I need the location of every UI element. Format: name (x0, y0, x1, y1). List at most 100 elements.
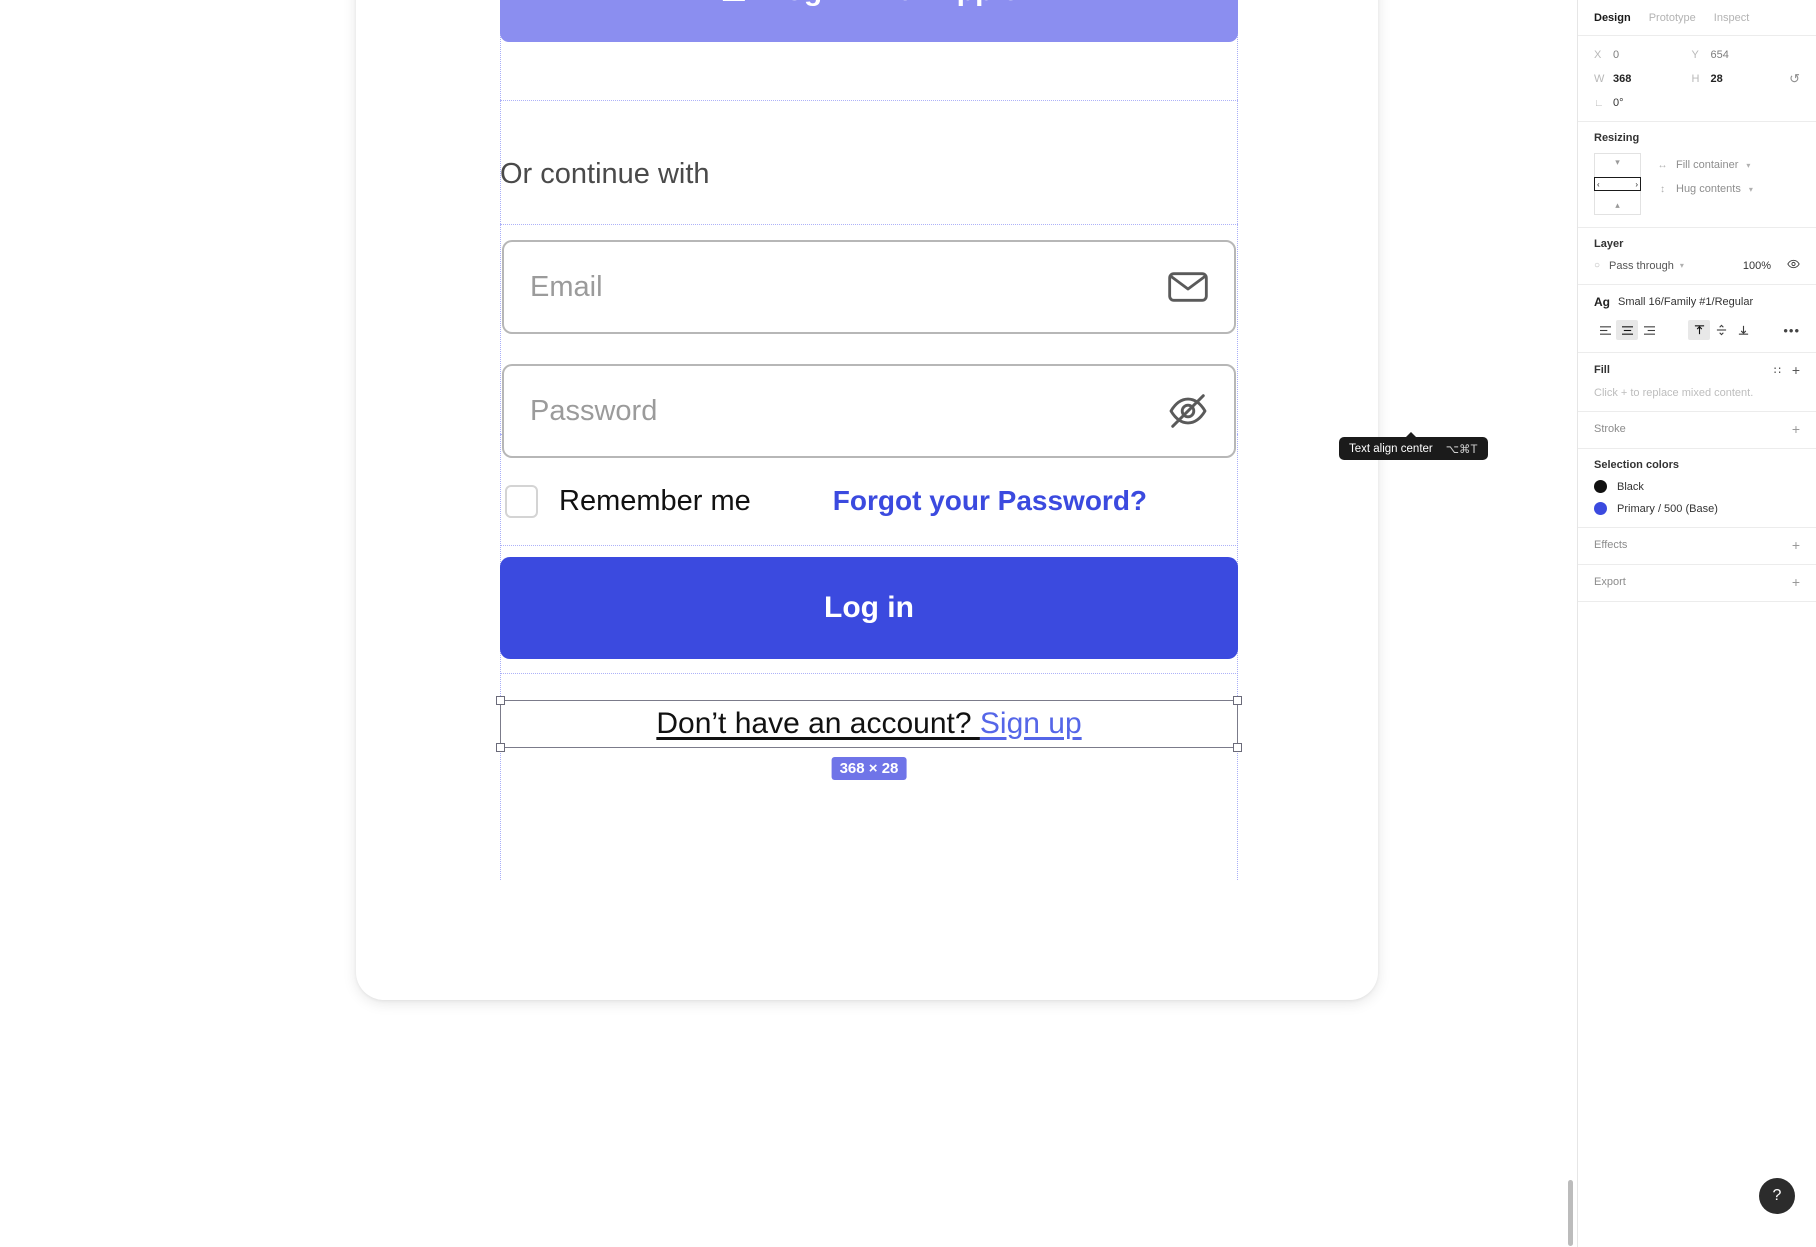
height-property[interactable]: H 28 (1692, 73, 1790, 85)
x-label: X (1594, 49, 1602, 61)
question-mark-icon: ? (1772, 1187, 1782, 1204)
canvas-vertical-scrollbar[interactable] (1568, 1180, 1573, 1246)
chevron-down-icon[interactable]: ▾ (1680, 261, 1684, 270)
color-swatch-primary[interactable] (1594, 502, 1607, 515)
text-style-name[interactable]: Small 16/Family #1/Regular (1618, 296, 1753, 308)
design-canvas[interactable]:  Log in with Apple Or continue with Ema… (0, 0, 1577, 1247)
tooltip-shortcut: ⌥⌘T (1445, 443, 1478, 456)
rotation-property[interactable]: ∟ 0° (1594, 97, 1692, 109)
help-button[interactable]: ? (1759, 1178, 1795, 1214)
vertical-resizing-dropdown[interactable]: ↕ Hug contents ▾ (1657, 183, 1753, 195)
x-value: 0 (1613, 49, 1620, 61)
effects-section: Effects + (1578, 528, 1816, 565)
text-valign-middle-icon[interactable] (1710, 320, 1732, 340)
text-valign-top-icon[interactable] (1688, 320, 1710, 340)
color-swatch-black[interactable] (1594, 480, 1607, 493)
constraint-right-arrow-icon: › (1635, 179, 1638, 189)
login-with-apple-label: Log in with Apple (767, 0, 1019, 8)
tab-inspect[interactable]: Inspect (1714, 12, 1749, 24)
constraint-left-arrow-icon: ‹ (1597, 179, 1600, 189)
layer-section: Layer ○ Pass through ▾ 100% (1578, 228, 1816, 285)
frame-guide-h5 (500, 673, 1238, 674)
add-effect-button[interactable]: + (1792, 538, 1800, 552)
y-value: 654 (1710, 49, 1729, 61)
w-label: W (1594, 73, 1605, 85)
selection-size-badge: 368 × 28 (831, 757, 907, 780)
selection-colors-title: Selection colors (1594, 459, 1679, 471)
frame-guide-h4 (500, 545, 1238, 546)
y-label: Y (1691, 49, 1699, 61)
eye-icon[interactable] (1787, 259, 1800, 272)
fill-title: Fill (1594, 364, 1610, 376)
resizing-title: Resizing (1594, 132, 1640, 144)
selection-color-name: Black (1617, 480, 1644, 493)
add-export-button[interactable]: + (1792, 575, 1800, 589)
signup-text[interactable]: Don’t have an account? Sign up (656, 707, 1081, 741)
forgot-password-link[interactable]: Forgot your Password? (833, 485, 1147, 517)
stroke-section: Stroke + (1578, 412, 1816, 449)
y-property[interactable]: Y 654 (1692, 49, 1790, 61)
constraint-top-chevron-icon[interactable]: ▾ (1615, 158, 1620, 167)
fill-hint: Click + to replace mixed content. (1594, 387, 1754, 399)
horizontal-resizing-dropdown[interactable]: ↔ Fill container ▾ (1657, 159, 1753, 171)
horizontal-resizing-value: Fill container (1676, 159, 1739, 171)
tooltip-text: Text align center (1349, 442, 1433, 455)
geometry-section: X 0 Y 654 W 368 H 28 ↺ ∟ 0° (1578, 36, 1816, 122)
vertical-resize-icon: ↕ (1660, 183, 1665, 195)
add-stroke-button[interactable]: + (1792, 422, 1800, 436)
type-ag-icon: Ag (1594, 295, 1610, 309)
vertical-resizing-value: Hug contents (1676, 183, 1741, 195)
password-placeholder: Password (530, 394, 658, 427)
selection-handle-top-right[interactable] (1233, 696, 1242, 705)
panel-tabs: Design Prototype Inspect (1578, 0, 1816, 36)
selection-color-item[interactable]: Black (1594, 480, 1800, 493)
tab-prototype[interactable]: Prototype (1649, 12, 1696, 24)
selection-handle-top-left[interactable] (496, 696, 505, 705)
signup-link[interactable]: Sign up (980, 707, 1082, 740)
horizontal-resize-icon: ↔ (1657, 159, 1668, 171)
x-property[interactable]: X 0 (1594, 49, 1692, 61)
selection-handle-bottom-left[interactable] (496, 743, 505, 752)
log-in-button[interactable]: Log in (500, 557, 1238, 659)
password-input[interactable]: Password (502, 364, 1236, 458)
frame-guide-h2 (500, 224, 1238, 225)
email-placeholder: Email (530, 270, 603, 303)
constraint-horizontal-bar[interactable]: ‹ › (1594, 177, 1641, 191)
remember-me-label: Remember me (559, 484, 751, 517)
constraints-widget[interactable]: ▾ ‹ › ▴ (1594, 153, 1641, 215)
rotation-value: 0° (1613, 97, 1624, 109)
stroke-title: Stroke (1594, 423, 1626, 435)
selection-handle-bottom-right[interactable] (1233, 743, 1242, 752)
or-continue-with-label: Or continue with (500, 158, 710, 190)
remember-me-checkbox[interactable] (505, 484, 538, 518)
login-with-apple-button[interactable]:  Log in with Apple (500, 0, 1238, 42)
fill-section: Fill ∷ + Click + to replace mixed conten… (1578, 353, 1816, 412)
add-fill-button[interactable]: + (1792, 363, 1800, 377)
h-value: 28 (1710, 73, 1723, 85)
envelope-icon (1166, 265, 1210, 309)
eye-off-icon[interactable] (1166, 389, 1210, 433)
blend-mode-value[interactable]: Pass through (1609, 260, 1674, 272)
constrain-proportions-icon[interactable]: ↺ (1789, 71, 1800, 87)
resizing-section: Resizing ▾ ‹ › ▴ ↔ Fill container ▾ ↕ Hu… (1578, 122, 1816, 228)
selection-color-name: Primary / 500 (Base) (1617, 502, 1718, 515)
style-grid-icon[interactable]: ∷ (1774, 364, 1781, 377)
export-title: Export (1594, 576, 1626, 588)
text-valign-bottom-icon[interactable] (1732, 320, 1754, 340)
width-property[interactable]: W 368 (1594, 73, 1692, 85)
h-label: H (1691, 73, 1700, 85)
text-align-right-icon[interactable] (1638, 320, 1660, 340)
email-input[interactable]: Email (502, 240, 1236, 334)
text-align-center-tooltip: Text align center ⌥⌘T (1339, 432, 1488, 460)
selection-color-item[interactable]: Primary / 500 (Base) (1594, 502, 1800, 515)
signup-text-node-selection[interactable]: Don’t have an account? Sign up 368 × 28 (496, 696, 1242, 780)
constraint-bottom-chevron-icon[interactable]: ▴ (1615, 201, 1620, 210)
text-more-options-icon[interactable]: ••• (1783, 323, 1800, 338)
text-align-center-icon[interactable] (1616, 320, 1638, 340)
layer-opacity-value[interactable]: 100% (1743, 260, 1771, 272)
tab-design[interactable]: Design (1594, 12, 1631, 24)
signup-prefix: Don’t have an account? (656, 707, 980, 740)
text-align-left-icon[interactable] (1594, 320, 1616, 340)
effects-title: Effects (1594, 539, 1628, 551)
frame-guide-h1 (500, 100, 1238, 101)
